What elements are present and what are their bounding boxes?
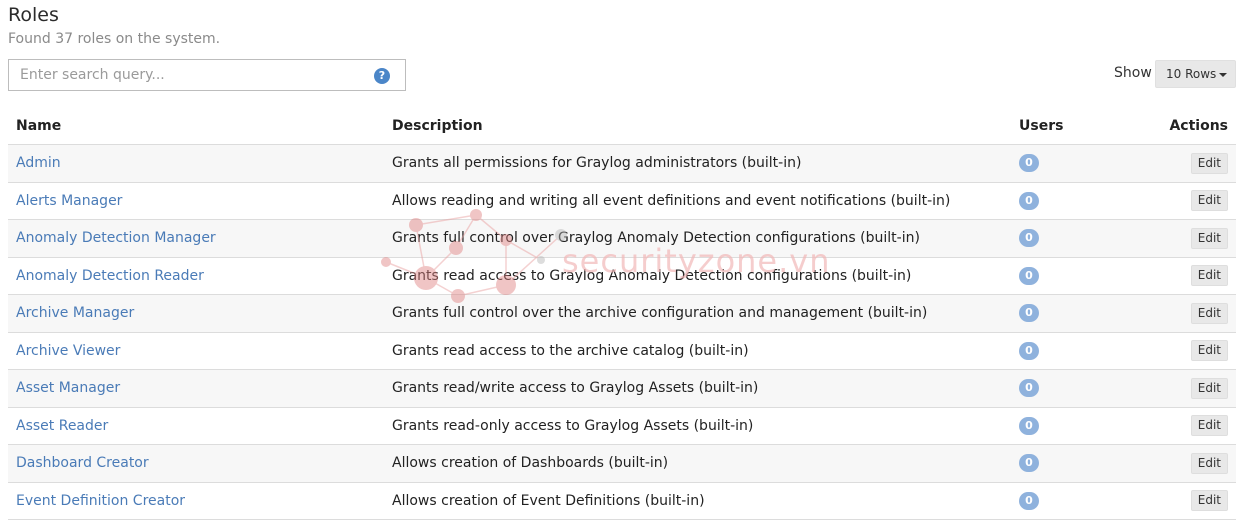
users-count-badge: 0 <box>1019 341 1039 360</box>
role-name-link[interactable]: Anomaly Detection Manager <box>16 230 216 246</box>
table-row: Admin Grants all permissions for Graylog … <box>8 144 1236 183</box>
table-row: Anomaly Detection Reader Grants read acce… <box>8 257 1236 295</box>
role-description: Grants full control over the archive con… <box>384 294 1011 333</box>
role-name-link[interactable]: Event Definition Creator <box>16 493 185 509</box>
users-count-badge: 0 <box>1019 304 1039 323</box>
caret-down-icon <box>1219 72 1228 77</box>
table-row: Asset Reader Grants read-only access to G… <box>8 407 1236 445</box>
role-actions-cell: Edit <box>1147 219 1236 258</box>
question-circle-icon[interactable]: ? <box>374 68 390 84</box>
role-users-cell: 0 <box>1011 482 1147 520</box>
page-size-dropdown[interactable]: 10 Rows <box>1155 60 1236 88</box>
users-count-badge: 0 <box>1019 416 1039 435</box>
role-name-cell: Event Definition Creator <box>8 482 384 520</box>
role-actions-cell: Edit <box>1147 369 1236 408</box>
role-actions-cell: Edit <box>1147 257 1236 295</box>
search-input[interactable] <box>20 61 360 89</box>
role-users-cell: 0 <box>1011 369 1147 408</box>
edit-role-button[interactable]: Edit <box>1190 190 1228 212</box>
role-name-cell: Dashboard Creator <box>8 444 384 483</box>
role-description: Grants read access to Graylog Anomaly De… <box>384 257 1011 295</box>
users-count-badge: 0 <box>1019 491 1039 510</box>
search-box: ? <box>8 59 406 91</box>
table-row: Archive Viewer Grants read access to the … <box>8 332 1236 370</box>
role-description: Grants read/write access to Graylog Asse… <box>384 369 1011 408</box>
role-name-link[interactable]: Dashboard Creator <box>16 455 149 471</box>
table-row: Anomaly Detection Manager Grants full con… <box>8 219 1236 258</box>
edit-role-button[interactable]: Edit <box>1190 152 1228 174</box>
column-header-users: Users <box>1011 107 1147 145</box>
page-size-value: 10 Rows <box>1166 67 1217 81</box>
role-actions-cell: Edit <box>1147 444 1236 483</box>
edit-role-button[interactable]: Edit <box>1190 415 1228 437</box>
role-name-link[interactable]: Anomaly Detection Reader <box>16 268 204 284</box>
role-name-cell: Archive Viewer <box>8 332 384 370</box>
column-header-actions: Actions <box>1147 107 1236 145</box>
role-description: Allows reading and writing all event def… <box>384 182 1011 220</box>
edit-role-button[interactable]: Edit <box>1190 302 1228 324</box>
role-description: Allows creation of Dashboards (built-in) <box>384 444 1011 483</box>
role-users-cell: 0 <box>1011 407 1147 445</box>
table-row: Asset Manager Grants read/write access to… <box>8 369 1236 408</box>
table-row: Alerts Manager Allows reading and writing… <box>8 182 1236 220</box>
role-users-cell: 0 <box>1011 219 1147 258</box>
users-count-badge: 0 <box>1019 154 1039 173</box>
role-users-cell: 0 <box>1011 182 1147 220</box>
role-name-link[interactable]: Archive Viewer <box>16 343 120 359</box>
role-actions-cell: Edit <box>1147 407 1236 445</box>
column-header-description: Description <box>384 107 1011 145</box>
role-users-cell: 0 <box>1011 257 1147 295</box>
role-name-link[interactable]: Asset Reader <box>16 418 108 434</box>
edit-role-button[interactable]: Edit <box>1190 377 1228 399</box>
role-description: Grants full control over Graylog Anomaly… <box>384 219 1011 258</box>
users-count-badge: 0 <box>1019 379 1039 398</box>
edit-role-button[interactable]: Edit <box>1190 340 1228 362</box>
role-description: Grants all permissions for Graylog admin… <box>384 144 1011 183</box>
role-name-cell: Archive Manager <box>8 294 384 333</box>
column-header-name: Name <box>8 107 384 145</box>
role-actions-cell: Edit <box>1147 182 1236 220</box>
table-row: Archive Manager Grants full control over … <box>8 294 1236 333</box>
edit-role-button[interactable]: Edit <box>1190 490 1228 512</box>
role-name-cell: Anomaly Detection Reader <box>8 257 384 295</box>
role-name-link[interactable]: Admin <box>16 155 61 171</box>
role-name-cell: Alerts Manager <box>8 182 384 220</box>
role-name-link[interactable]: Alerts Manager <box>16 193 122 209</box>
role-name-link[interactable]: Asset Manager <box>16 380 120 396</box>
edit-role-button[interactable]: Edit <box>1190 452 1228 474</box>
roles-count-text: Found 37 roles on the system. <box>8 31 221 47</box>
users-count-badge: 0 <box>1019 454 1039 473</box>
role-name-cell: Admin <box>8 144 384 183</box>
role-name-cell: Anomaly Detection Manager <box>8 219 384 258</box>
role-users-cell: 0 <box>1011 144 1147 183</box>
role-actions-cell: Edit <box>1147 332 1236 370</box>
role-name-cell: Asset Reader <box>8 407 384 445</box>
role-actions-cell: Edit <box>1147 294 1236 333</box>
show-label: Show <box>1114 65 1152 81</box>
users-count-badge: 0 <box>1019 191 1039 210</box>
role-description: Grants read access to the archive catalo… <box>384 332 1011 370</box>
role-description: Allows creation of Event Definitions (bu… <box>384 482 1011 520</box>
role-name-link[interactable]: Archive Manager <box>16 305 134 321</box>
role-users-cell: 0 <box>1011 294 1147 333</box>
role-users-cell: 0 <box>1011 444 1147 483</box>
table-row: Dashboard Creator Allows creation of Dash… <box>8 444 1236 483</box>
role-actions-cell: Edit <box>1147 144 1236 183</box>
roles-table: Name Description Users Actions Admin Gran… <box>8 107 1236 520</box>
role-actions-cell: Edit <box>1147 482 1236 520</box>
table-header-row: Name Description Users Actions <box>8 107 1236 145</box>
role-users-cell: 0 <box>1011 332 1147 370</box>
role-description: Grants read-only access to Graylog Asset… <box>384 407 1011 445</box>
table-row: Event Definition Creator Allows creation … <box>8 482 1236 520</box>
page-title: Roles <box>8 4 59 26</box>
edit-role-button[interactable]: Edit <box>1190 227 1228 249</box>
role-name-cell: Asset Manager <box>8 369 384 408</box>
users-count-badge: 0 <box>1019 229 1039 248</box>
edit-role-button[interactable]: Edit <box>1190 265 1228 287</box>
users-count-badge: 0 <box>1019 266 1039 285</box>
